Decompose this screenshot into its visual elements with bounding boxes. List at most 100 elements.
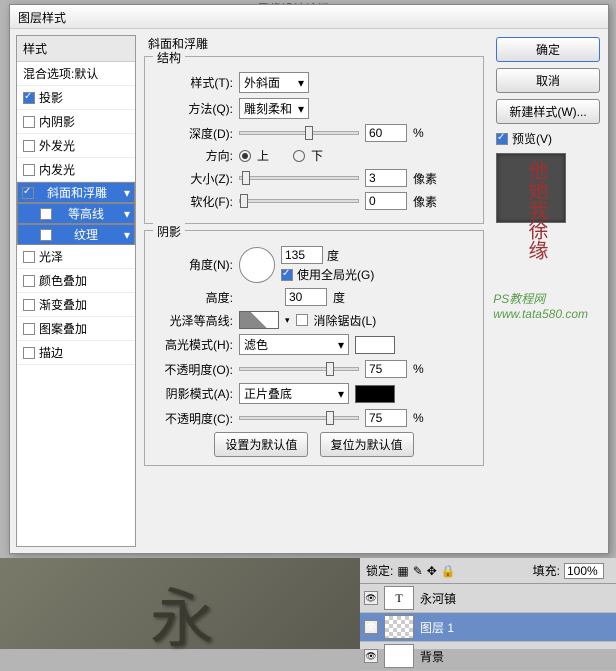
preview-checkbox[interactable] [496, 133, 508, 145]
style-checkbox[interactable] [23, 116, 35, 128]
make-default-button[interactable]: 设置为默认值 [214, 432, 308, 457]
lock-transparency-icon[interactable]: ▦ [397, 564, 408, 578]
style-item-0[interactable]: 投影 [17, 86, 135, 110]
shadow-opacity-slider[interactable] [239, 416, 359, 420]
style-checkbox[interactable] [23, 347, 35, 359]
direction-down-radio[interactable] [293, 150, 305, 162]
style-item-8[interactable]: 颜色叠加 [17, 269, 135, 293]
deg-unit2: 度 [333, 289, 345, 306]
style-label: 描边 [39, 344, 63, 361]
preview-label: 预览(V) [512, 130, 552, 147]
reset-default-button[interactable]: 复位为默认值 [320, 432, 414, 457]
style-item-1[interactable]: 内阴影 [17, 110, 135, 134]
style-label: 纹理 [74, 226, 98, 243]
layer-name: 背景 [420, 648, 444, 665]
px-unit: 像素 [413, 170, 437, 187]
structure-group: 结构 样式(T): 外斜面 方法(Q): 雕刻柔和 深度(D): 60 % 方向… [144, 56, 484, 224]
gloss-contour-picker[interactable] [239, 311, 279, 329]
highlight-opacity-slider[interactable] [239, 367, 359, 371]
style-item-5[interactable]: 等高线 [17, 203, 135, 224]
structure-legend: 结构 [153, 49, 185, 66]
layer-row-1[interactable]: 👁图层 1 [360, 613, 616, 642]
direction-up-radio[interactable] [239, 150, 251, 162]
style-item-3[interactable]: 内发光 [17, 158, 135, 182]
global-light-label: 使用全局光(G) [297, 266, 374, 283]
visibility-icon[interactable]: 👁 [364, 620, 378, 634]
technique-select[interactable]: 雕刻柔和 [239, 98, 309, 119]
layer-row-0[interactable]: 👁T永河镇 [360, 584, 616, 613]
antialias-checkbox[interactable] [296, 314, 308, 326]
ok-button[interactable]: 确定 [496, 37, 600, 62]
pct-unit: % [413, 126, 424, 140]
antialias-label: 消除锯齿(L) [314, 312, 377, 329]
style-checkbox[interactable] [40, 208, 52, 220]
fill-input[interactable]: 100% [564, 563, 604, 579]
style-checkbox[interactable] [23, 251, 35, 263]
style-checkbox[interactable] [23, 164, 35, 176]
shadow-opacity-label: 不透明度(C): [153, 410, 233, 427]
soften-input[interactable]: 0 [365, 192, 407, 210]
soften-label: 软化(F): [153, 193, 233, 210]
style-checkbox[interactable] [23, 275, 35, 287]
style-label: 投影 [39, 89, 63, 106]
lock-all-icon[interactable]: 🔒 [441, 564, 456, 578]
style-checkbox[interactable] [23, 299, 35, 311]
lock-paint-icon[interactable]: ✎ [413, 564, 423, 578]
style-checkbox[interactable] [22, 187, 34, 199]
style-checkbox[interactable] [23, 140, 35, 152]
visibility-icon[interactable]: 👁 [364, 591, 378, 605]
style-label: 等高线 [68, 205, 104, 222]
shadow-color-swatch[interactable] [355, 385, 395, 403]
style-select[interactable]: 外斜面 [239, 72, 309, 93]
depth-slider[interactable] [239, 131, 359, 135]
style-checkbox[interactable] [40, 229, 52, 241]
visibility-icon[interactable]: 👁 [364, 649, 378, 663]
angle-label: 角度(N): [153, 256, 233, 273]
highlight-mode-select[interactable]: 滤色 [239, 334, 349, 355]
cancel-button[interactable]: 取消 [496, 68, 600, 93]
blend-options-row[interactable]: 混合选项:默认 [17, 62, 135, 86]
direction-label: 方向: [153, 147, 233, 164]
altitude-label: 高度: [153, 289, 233, 306]
highlight-color-swatch[interactable] [355, 336, 395, 354]
size-input[interactable]: 3 [365, 169, 407, 187]
angle-dial[interactable] [239, 247, 275, 283]
style-item-9[interactable]: 渐变叠加 [17, 293, 135, 317]
shadow-mode-select[interactable]: 正片叠底 [239, 383, 349, 404]
canvas-preview [0, 558, 360, 649]
style-item-7[interactable]: 光泽 [17, 245, 135, 269]
shadow-opacity-input[interactable]: 75 [365, 409, 407, 427]
lock-position-icon[interactable]: ✥ [427, 564, 437, 578]
style-checkbox[interactable] [23, 92, 35, 104]
style-item-11[interactable]: 描边 [17, 341, 135, 365]
global-light-checkbox[interactable] [281, 269, 293, 281]
layer-style-dialog: 图层样式 样式 混合选项:默认 投影内阴影外发光内发光斜面和浮雕等高线纹理光泽颜… [9, 4, 609, 554]
deg-unit: 度 [327, 247, 339, 264]
style-label: 渐变叠加 [39, 296, 87, 313]
layer-thumb: T [384, 586, 414, 610]
style-item-6[interactable]: 纹理 [17, 224, 135, 245]
angle-input[interactable]: 135 [281, 246, 323, 264]
style-item-2[interactable]: 外发光 [17, 134, 135, 158]
altitude-input[interactable]: 30 [285, 288, 327, 306]
size-slider[interactable] [239, 176, 359, 180]
layer-thumb [384, 644, 414, 668]
style-label: 外发光 [39, 137, 75, 154]
style-label: 内阴影 [39, 113, 75, 130]
shading-group: 阴影 角度(N): 135 度 使用全局光(G) [144, 230, 484, 466]
highlight-opacity-input[interactable]: 75 [365, 360, 407, 378]
depth-input[interactable]: 60 [365, 124, 407, 142]
style-label: 颜色叠加 [39, 272, 87, 289]
technique-label: 方法(Q): [153, 100, 233, 117]
style-item-4[interactable]: 斜面和浮雕 [17, 182, 135, 203]
style-label: 斜面和浮雕 [47, 184, 107, 201]
layer-row-2[interactable]: 👁 背景 [360, 642, 616, 671]
gloss-label: 光泽等高线: [153, 312, 233, 329]
workspace: 锁定: ▦ ✎ ✥ 🔒 填充: 100% 👁T永河镇👁图层 1👁背景 [0, 558, 616, 649]
layer-thumb [384, 615, 414, 639]
soften-slider[interactable] [239, 199, 359, 203]
style-item-10[interactable]: 图案叠加 [17, 317, 135, 341]
new-style-button[interactable]: 新建样式(W)... [496, 99, 600, 124]
style-label: 图案叠加 [39, 320, 87, 337]
style-checkbox[interactable] [23, 323, 35, 335]
